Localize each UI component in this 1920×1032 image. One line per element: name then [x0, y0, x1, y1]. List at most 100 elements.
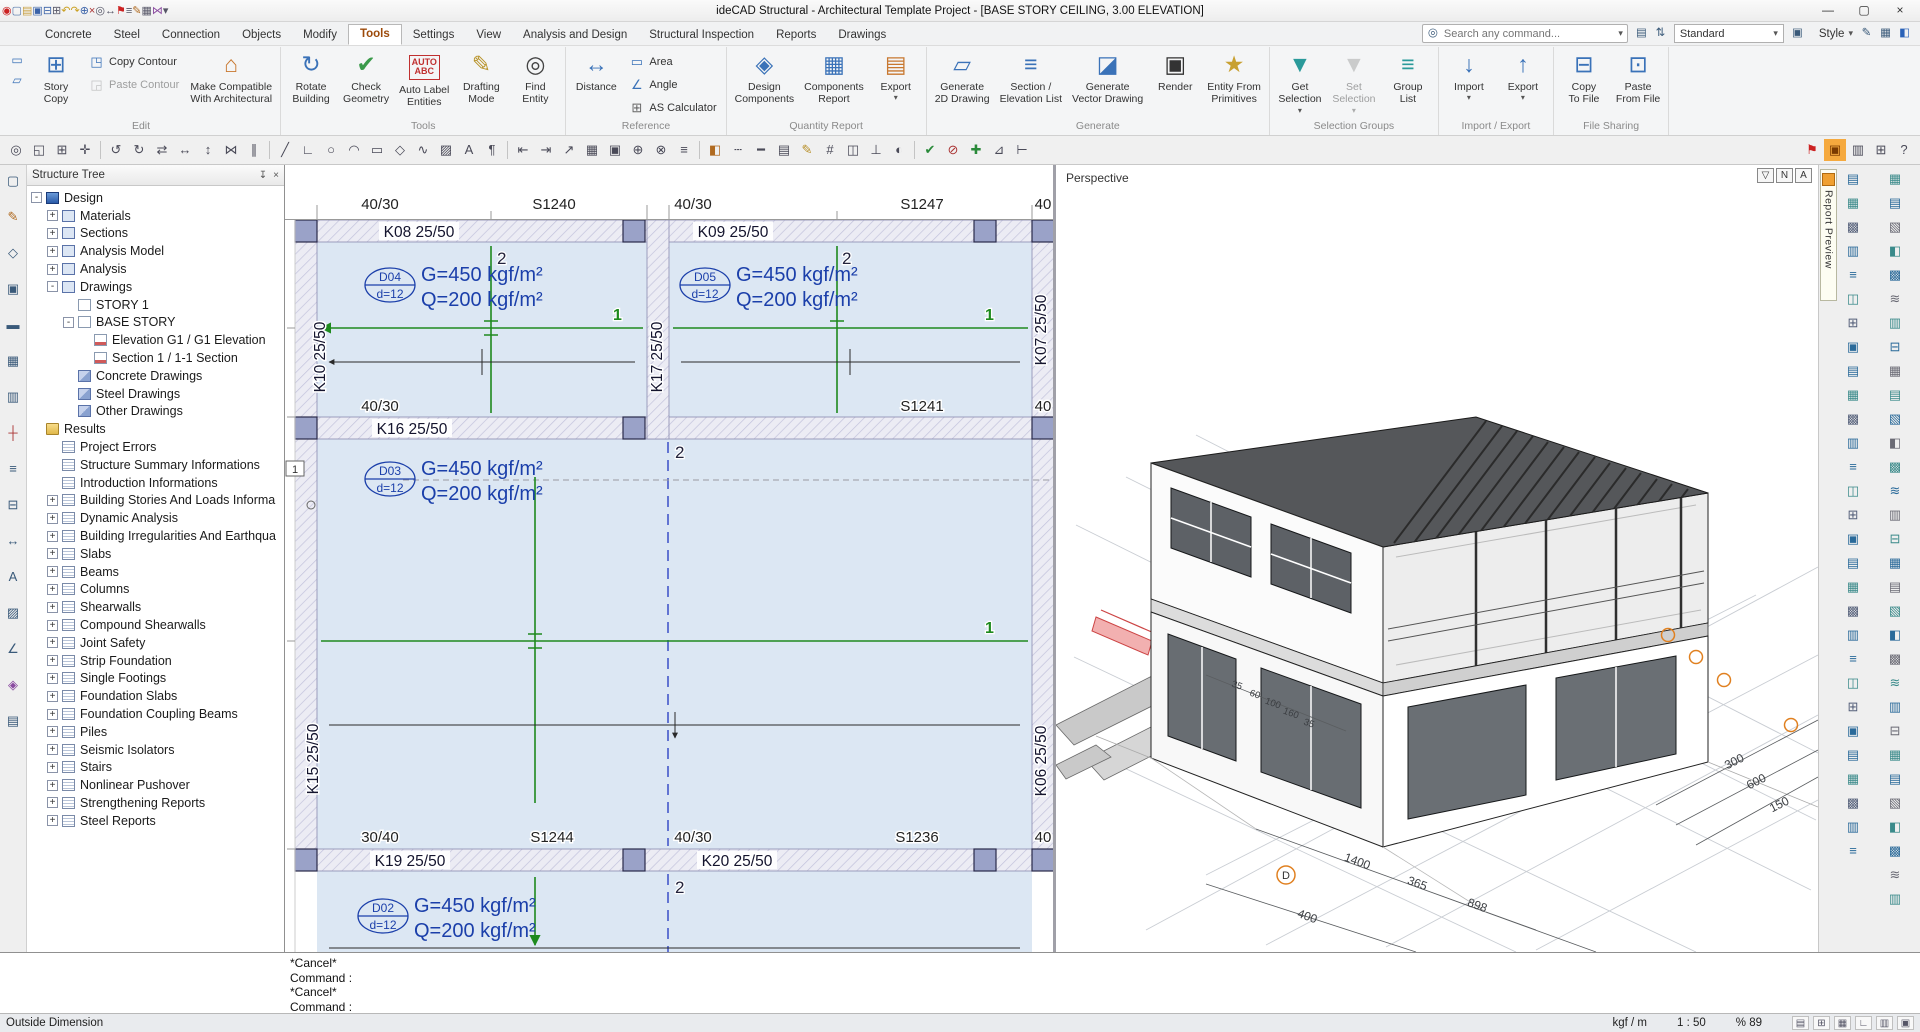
tree-item-base-story[interactable]: -BASE STORY [27, 314, 284, 332]
arc-icon[interactable]: ◠ [343, 139, 365, 161]
menu-tab-concrete[interactable]: Concrete [34, 26, 103, 46]
print-icon[interactable]: ⊞ [52, 5, 61, 17]
menu-tab-settings[interactable]: Settings [402, 26, 466, 46]
slab-tool-icon[interactable]: ▦ [2, 350, 24, 372]
polyline-icon[interactable]: ∟ [297, 139, 319, 161]
right-toolbar-a-icon-11[interactable]: ▩ [1842, 408, 1864, 430]
expand-box-icon[interactable]: + [47, 548, 58, 559]
tree-item-building-stories-and-loads-informa[interactable]: +Building Stories And Loads Informa [27, 492, 284, 510]
check-geometry-button[interactable]: ✔Check Geometry [338, 48, 394, 120]
expand-box-icon[interactable]: + [47, 815, 58, 826]
collapse-box-icon[interactable]: - [63, 317, 74, 328]
tree-item-introduction-informations[interactable]: Introduction Informations [27, 474, 284, 492]
menu-tab-steel[interactable]: Steel [103, 26, 151, 46]
circle-icon[interactable]: ○ [320, 139, 342, 161]
right-toolbar-a-icon-2[interactable]: ▦ [1842, 192, 1864, 214]
foundation-tool-icon[interactable]: ⊟ [2, 494, 24, 516]
grid-toggle-icon[interactable]: ▦ [1834, 1016, 1851, 1030]
tree-item-materials[interactable]: +Materials [27, 207, 284, 225]
expand-box-icon[interactable]: + [47, 246, 58, 257]
status-units[interactable]: kgf / m [1612, 1017, 1647, 1029]
zoom-realtime-icon[interactable]: ◎ [5, 139, 27, 161]
copy-contour-button[interactable]: ◳Copy Contour [85, 51, 183, 72]
right-toolbar-b-icon-18[interactable]: ▤ [1884, 576, 1906, 598]
polygon-icon[interactable]: ◇ [389, 139, 411, 161]
right-toolbar-a-icon-22[interactable]: ◫ [1842, 672, 1864, 694]
right-toolbar-a-icon-29[interactable]: ≡ [1842, 840, 1864, 862]
select-entities-icon[interactable]: ▢ [2, 170, 24, 192]
flag2-icon[interactable]: ⚑ [1801, 139, 1823, 161]
tree-item-other-drawings[interactable]: Other Drawings [27, 403, 284, 421]
undo-view-icon[interactable]: ↺ [105, 139, 127, 161]
contour-tool-2-button[interactable]: ▱ [7, 71, 27, 89]
tree-item-seismic-isolators[interactable]: +Seismic Isolators [27, 741, 284, 759]
close-button[interactable]: × [1882, 0, 1918, 21]
selection-filter-icon[interactable]: ▣ [1788, 25, 1807, 42]
right-toolbar-b-icon-22[interactable]: ≋ [1884, 672, 1906, 694]
column-tool-icon[interactable]: ▣ [2, 278, 24, 300]
tree-item-structure-summary-informations[interactable]: Structure Summary Informations [27, 456, 284, 474]
expand-box-icon[interactable]: + [47, 513, 58, 524]
tree-item-sections[interactable]: +Sections [27, 225, 284, 243]
rotate-building-button[interactable]: ↻Rotate Building [284, 48, 338, 120]
grid-display-icon[interactable]: ◫ [842, 139, 864, 161]
add-icon[interactable]: ✚ [965, 139, 987, 161]
tree-item-elevation-g1-g1-elevation[interactable]: Elevation G1 / G1 Elevation [27, 331, 284, 349]
right-toolbar-a-icon-5[interactable]: ≡ [1842, 264, 1864, 286]
tree-item-shearwalls[interactable]: +Shearwalls [27, 598, 284, 616]
right-toolbar-b-icon-13[interactable]: ▩ [1884, 456, 1906, 478]
menu-tab-tools[interactable]: Tools [348, 24, 402, 46]
right-toolbar-b-icon-26[interactable]: ▤ [1884, 768, 1906, 790]
expand-box-icon[interactable]: + [47, 797, 58, 808]
expand-box-icon[interactable]: + [47, 726, 58, 737]
expand-box-icon[interactable]: + [47, 584, 58, 595]
tree-item-compound-shearwalls[interactable]: +Compound Shearwalls [27, 616, 284, 634]
right-toolbar-b-icon-23[interactable]: ▥ [1884, 696, 1906, 718]
report-preview-tab[interactable]: Report Preview [1820, 169, 1837, 301]
tree-item-foundation-slabs[interactable]: +Foundation Slabs [27, 687, 284, 705]
rectangle-icon[interactable]: ▭ [366, 139, 388, 161]
stair-tool-icon[interactable]: ≡ [2, 458, 24, 480]
expand-box-icon[interactable]: + [47, 709, 58, 720]
tree-item-piles[interactable]: +Piles [27, 723, 284, 741]
menu-tab-structural-inspection[interactable]: Structural Inspection [638, 26, 765, 46]
right-toolbar-b-icon-11[interactable]: ▧ [1884, 408, 1906, 430]
angle-button[interactable]: ∠Angle [625, 74, 720, 95]
standard-combo[interactable]: Standard ▾ [1674, 24, 1784, 43]
text-icon[interactable]: A [458, 139, 480, 161]
new-file-icon[interactable]: ▢ [12, 5, 22, 17]
help-icon[interactable]: ? [1893, 139, 1915, 161]
color-icon[interactable]: ◧ [704, 139, 726, 161]
right-toolbar-b-icon-21[interactable]: ▩ [1884, 648, 1906, 670]
command-prompt[interactable]: Command : [290, 1000, 1920, 1015]
osnap-toggle-icon[interactable]: ⊞ [1813, 1016, 1830, 1030]
right-toolbar-b-icon-9[interactable]: ▦ [1884, 360, 1906, 382]
expand-box-icon[interactable]: + [47, 780, 58, 791]
linetype-icon[interactable]: ┄ [727, 139, 749, 161]
wall-tool-icon[interactable]: ▥ [2, 386, 24, 408]
right-toolbar-b-icon-3[interactable]: ▧ [1884, 216, 1906, 238]
drafting-mode-button[interactable]: ✎Drafting Mode [454, 48, 508, 120]
pan-icon[interactable]: ✛ [74, 139, 96, 161]
maximize-button[interactable]: ▢ [1846, 0, 1882, 21]
expand-box-icon[interactable]: + [47, 210, 58, 221]
generate-2d-drawing-button[interactable]: ▱Generate 2D Drawing [930, 48, 995, 120]
right-toolbar-a-icon-9[interactable]: ▤ [1842, 360, 1864, 382]
menu-tab-drawings[interactable]: Drawings [827, 26, 897, 46]
menu-tab-view[interactable]: View [465, 26, 512, 46]
expand-box-icon[interactable]: + [47, 531, 58, 542]
tree-item-story-1[interactable]: STORY 1 [27, 296, 284, 314]
tree-item-design[interactable]: -Design [27, 189, 284, 207]
contour-tool-1-button[interactable]: ▭ [7, 51, 27, 69]
right-toolbar-a-icon-18[interactable]: ▦ [1842, 576, 1864, 598]
open-file-icon[interactable]: ▤ [22, 5, 32, 17]
expand-box-icon[interactable]: + [47, 762, 58, 773]
leader-icon[interactable]: ↗ [558, 139, 580, 161]
axes-button[interactable]: A [1795, 168, 1812, 183]
generate-vector-drawing-button[interactable]: ◪Generate Vector Drawing [1067, 48, 1148, 120]
menu-tab-objects[interactable]: Objects [231, 26, 292, 46]
command-line-panel[interactable]: *Cancel* Command : *Cancel* Command : [0, 952, 1920, 1013]
xref-icon[interactable]: ⊗ [650, 139, 672, 161]
minimize-button[interactable]: — [1810, 0, 1846, 21]
get-selection-button[interactable]: ▼Get Selection▾ [1273, 48, 1327, 120]
